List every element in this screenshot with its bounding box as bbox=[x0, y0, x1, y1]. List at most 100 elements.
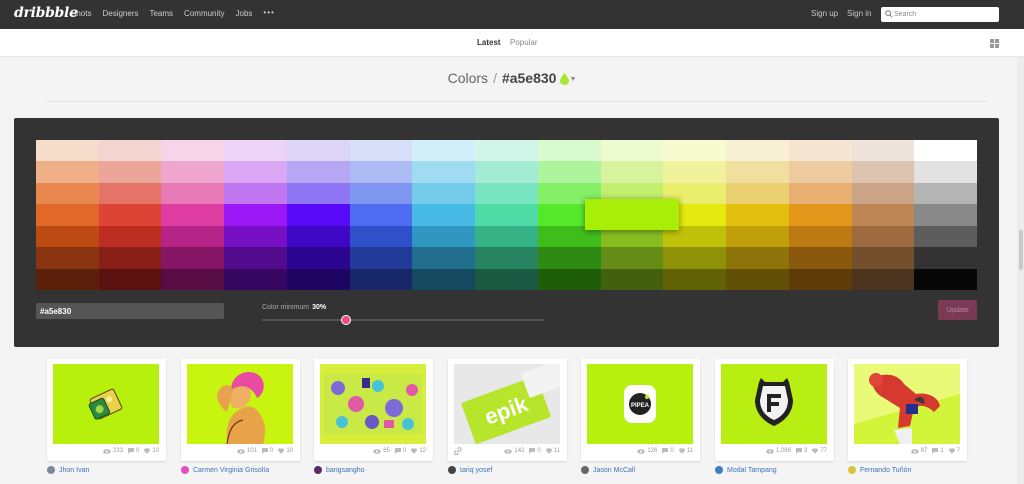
color-swatch[interactable] bbox=[36, 225, 99, 248]
color-swatch[interactable] bbox=[349, 204, 413, 226]
color-swatch[interactable] bbox=[788, 204, 852, 226]
shot-card[interactable]: epik 142 0 11 bbox=[448, 359, 567, 461]
color-swatch[interactable] bbox=[537, 140, 601, 162]
shot-author[interactable]: Jhon Ivan bbox=[47, 466, 166, 474]
color-swatch[interactable] bbox=[286, 182, 350, 205]
color-swatch[interactable] bbox=[475, 140, 538, 162]
shot-thumbnail[interactable]: epik bbox=[454, 364, 560, 444]
color-swatch[interactable] bbox=[600, 161, 664, 183]
author-name[interactable]: tariq yosef bbox=[460, 467, 492, 474]
color-swatch[interactable] bbox=[412, 161, 476, 183]
color-swatch[interactable] bbox=[914, 140, 977, 162]
shot-card[interactable]: 87 1 7 bbox=[848, 359, 967, 461]
color-swatch[interactable] bbox=[224, 140, 287, 162]
color-swatch[interactable] bbox=[726, 140, 789, 162]
color-swatch[interactable] bbox=[98, 247, 162, 269]
color-swatch[interactable] bbox=[36, 140, 99, 162]
color-swatch[interactable] bbox=[161, 204, 225, 226]
shot-thumbnail[interactable] bbox=[854, 364, 960, 444]
chevron-down-icon[interactable]: ▼ bbox=[569, 76, 576, 83]
color-swatch[interactable] bbox=[161, 247, 225, 269]
color-swatch[interactable] bbox=[851, 268, 915, 290]
shot-thumbnail[interactable]: PIPEA bbox=[587, 364, 693, 444]
color-swatch[interactable] bbox=[726, 268, 789, 290]
color-swatch[interactable] bbox=[412, 204, 476, 226]
color-swatch[interactable] bbox=[600, 140, 664, 162]
color-swatch[interactable] bbox=[788, 182, 852, 205]
color-swatch[interactable] bbox=[224, 268, 287, 290]
color-swatch[interactable] bbox=[537, 268, 601, 290]
hex-color-input[interactable] bbox=[36, 303, 224, 319]
author-name[interactable]: Carmen Virginia Grisolía bbox=[193, 467, 269, 474]
shot-card[interactable]: 85 0 12 bbox=[314, 359, 433, 461]
color-swatch[interactable] bbox=[475, 204, 538, 226]
nav-designers[interactable]: Designers bbox=[102, 9, 138, 18]
author-name[interactable]: Modal Tampang bbox=[727, 467, 777, 474]
color-swatch[interactable] bbox=[851, 225, 915, 248]
color-swatch[interactable] bbox=[98, 268, 162, 290]
color-drop-icon[interactable] bbox=[560, 72, 570, 88]
color-swatch[interactable] bbox=[851, 204, 915, 226]
color-swatch[interactable] bbox=[349, 182, 413, 205]
shot-author[interactable]: tariq yosef bbox=[448, 466, 567, 474]
heart-icon[interactable] bbox=[411, 448, 418, 454]
avatar[interactable] bbox=[47, 466, 55, 474]
shot-thumbnail[interactable] bbox=[721, 364, 827, 444]
color-swatch[interactable] bbox=[914, 247, 977, 269]
color-swatch[interactable] bbox=[663, 161, 727, 183]
color-swatch[interactable] bbox=[412, 268, 476, 290]
color-minimum-slider-track[interactable] bbox=[262, 319, 544, 321]
color-swatch[interactable] bbox=[286, 161, 350, 183]
color-swatch[interactable] bbox=[475, 161, 538, 183]
author-name[interactable]: Jason McCall bbox=[593, 467, 635, 474]
grid-view-icon[interactable] bbox=[990, 39, 999, 48]
color-swatch[interactable] bbox=[788, 247, 852, 269]
nav-jobs[interactable]: Jobs bbox=[236, 9, 253, 18]
color-swatch[interactable] bbox=[161, 182, 225, 205]
color-swatch[interactable] bbox=[36, 268, 99, 290]
color-swatch[interactable] bbox=[726, 204, 789, 226]
color-swatch[interactable] bbox=[286, 204, 350, 226]
avatar[interactable] bbox=[581, 466, 589, 474]
shot-author[interactable]: bangsangho bbox=[314, 466, 433, 474]
color-swatch[interactable] bbox=[663, 268, 727, 290]
color-swatch[interactable] bbox=[349, 161, 413, 183]
shot-thumbnail[interactable] bbox=[320, 364, 426, 444]
shot-thumbnail[interactable] bbox=[53, 364, 159, 444]
avatar[interactable] bbox=[848, 466, 856, 474]
color-swatch[interactable] bbox=[98, 161, 162, 183]
author-name[interactable]: Jhon Ivan bbox=[59, 467, 89, 474]
sign-up-link[interactable]: Sign up bbox=[811, 9, 838, 18]
heart-icon[interactable] bbox=[278, 448, 285, 454]
color-swatch[interactable] bbox=[349, 225, 413, 248]
color-swatch[interactable] bbox=[36, 247, 99, 269]
color-swatch[interactable] bbox=[286, 247, 350, 269]
color-swatch[interactable] bbox=[161, 225, 225, 248]
shot-card[interactable]: PIPEA 126 0 11 bbox=[581, 359, 700, 461]
color-swatch[interactable] bbox=[663, 247, 727, 269]
author-name[interactable]: bangsangho bbox=[326, 467, 365, 474]
heart-icon[interactable] bbox=[144, 448, 151, 454]
color-swatch[interactable] bbox=[914, 161, 977, 183]
color-swatch[interactable] bbox=[600, 247, 664, 269]
color-swatch[interactable] bbox=[224, 247, 287, 269]
heart-icon[interactable] bbox=[948, 448, 955, 454]
shot-card[interactable]: 233 0 10 bbox=[47, 359, 166, 461]
sign-in-link[interactable]: Sign in bbox=[847, 9, 871, 18]
color-swatch[interactable] bbox=[286, 140, 350, 162]
color-swatch[interactable] bbox=[851, 247, 915, 269]
color-swatch[interactable] bbox=[286, 225, 350, 248]
color-swatch[interactable] bbox=[224, 182, 287, 205]
nav-community[interactable]: Community bbox=[184, 9, 224, 18]
shot-author[interactable]: Jason McCall bbox=[581, 466, 700, 474]
heart-icon[interactable] bbox=[678, 448, 685, 454]
color-swatch[interactable] bbox=[412, 247, 476, 269]
color-swatch[interactable] bbox=[914, 268, 977, 290]
color-swatch[interactable] bbox=[475, 182, 538, 205]
shot-author[interactable]: Modal Tampang bbox=[715, 466, 834, 474]
color-swatch[interactable] bbox=[726, 247, 789, 269]
color-swatch[interactable] bbox=[914, 204, 977, 226]
color-swatch[interactable] bbox=[851, 161, 915, 183]
color-swatch[interactable] bbox=[851, 140, 915, 162]
nav-more-menu[interactable]: ••• bbox=[263, 8, 274, 17]
